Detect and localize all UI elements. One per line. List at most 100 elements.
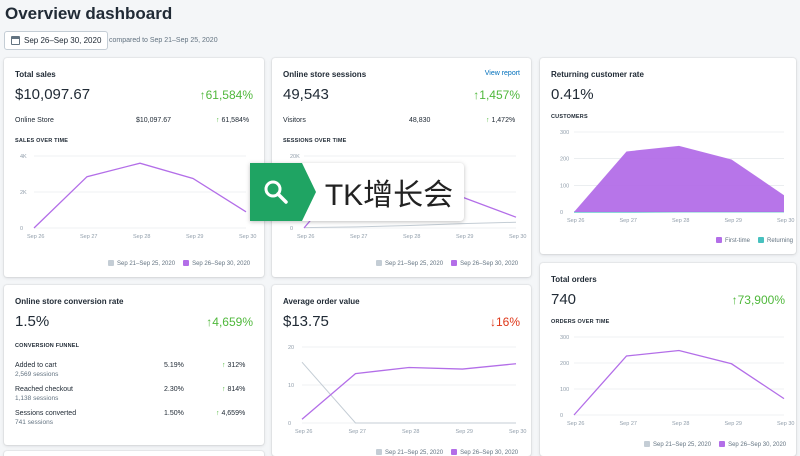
legend-prev-label: Sep 21–Sep 25, 2020 <box>117 261 176 267</box>
orders-value: 740 <box>551 291 577 308</box>
x-tick-label: Sep 26 <box>295 429 312 435</box>
funnel-delta-value: 312% <box>227 362 246 369</box>
funnel-pct: 2.30% <box>164 386 184 393</box>
chart-legend: First-time Returning <box>716 237 793 244</box>
y-tick-label: 0 <box>560 210 563 216</box>
view-report-link[interactable]: View report <box>485 70 520 77</box>
x-tick-label: Sep 26 <box>297 234 314 240</box>
x-tick-label: Sep 28 <box>133 234 150 240</box>
date-range-label: Sep 26–Sep 30, 2020 <box>24 36 102 45</box>
orders-card: Total orders 740 ↑73,900% ORDERS OVER TI… <box>540 263 796 456</box>
area-first-time <box>574 145 784 212</box>
row-value: 48,830 <box>409 117 431 124</box>
card-title: Total orders <box>551 275 597 284</box>
legend-swatch <box>758 237 764 243</box>
arrow-up-icon: ↑ <box>216 117 220 124</box>
x-tick-label: Sep 27 <box>350 234 367 240</box>
x-tick-label: Sep 27 <box>620 421 637 427</box>
x-tick-label: Sep 30 <box>777 421 794 427</box>
legend-swatch <box>644 441 650 447</box>
y-tick-label: 0 <box>560 413 563 419</box>
row-delta: ↑ 1,472% <box>486 117 515 124</box>
x-tick-label: Sep 29 <box>456 234 473 240</box>
legend-swatch <box>451 449 458 455</box>
funnel-pct: 5.19% <box>164 362 184 369</box>
x-tick-label: Sep 28 <box>672 218 689 224</box>
legend-curr: Sep 26–Sep 30, 2020 <box>451 260 518 267</box>
x-tick-label: Sep 28 <box>402 429 419 435</box>
series-line <box>573 349 785 416</box>
y-tick-label: 300 <box>560 130 569 136</box>
series-line <box>33 162 247 229</box>
funnel-delta-value: 4,659% <box>221 410 246 417</box>
sessions-value: 49,543 <box>283 86 329 103</box>
section-label: CUSTOMERS <box>551 114 588 120</box>
row-value: $10,097.67 <box>136 117 172 124</box>
x-tick-label: Sep 26 <box>567 421 584 427</box>
x-tick-label: Sep 30 <box>509 429 526 435</box>
funnel-sub: 1,138 sessions <box>15 395 59 402</box>
legend-prev: Sep 21–Sep 25, 2020 <box>108 260 175 267</box>
section-label: ORDERS OVER TIME <box>551 319 610 325</box>
legend-curr-label: Sep 26–Sep 30, 2020 <box>460 261 519 267</box>
legend-swatch <box>376 449 382 455</box>
total-sales-card: Total sales $10,097.67 ↑61,584% Online S… <box>4 58 264 277</box>
legend-swatch <box>376 260 382 266</box>
row-delta-value: 61,584% <box>221 117 250 124</box>
section-label: CONVERSION FUNNEL <box>15 343 80 349</box>
x-tick-label: Sep 29 <box>725 218 742 224</box>
page-title: Overview dashboard <box>5 4 173 23</box>
series-line <box>303 221 517 229</box>
orders-delta: ↑73,900% <box>731 293 785 307</box>
row-delta-value: 1,472% <box>491 117 516 124</box>
aov-delta: ↓16% <box>489 315 520 329</box>
card-title: Online store sessions <box>283 70 367 79</box>
returning-value: 0.41% <box>551 86 594 103</box>
funnel-delta: ↑ 312% <box>222 362 245 369</box>
customers-chart: 300 200 100 0 Sep 26 Sep 27 Sep 28 Sep 29 Sep 30 <box>560 130 794 224</box>
funnel-label: Added to cart <box>15 362 57 369</box>
card-title: Online store conversion rate <box>15 297 124 306</box>
conversion-delta: ↑4,659% <box>206 315 253 329</box>
x-tick-label: Sep 30 <box>777 218 794 224</box>
y-tick-label: 20 <box>288 345 294 351</box>
x-tick-label: Sep 27 <box>80 234 97 240</box>
y-tick-label: 20K <box>290 154 300 160</box>
legend-prev-label: Sep 21–Sep 25, 2020 <box>385 450 444 456</box>
chart-legend: Sep 21–Sep 25, 2020 Sep 26–Sep 30, 2020 <box>644 441 786 448</box>
row-label: Visitors <box>283 117 306 124</box>
chart-legend: Sep 21–Sep 25, 2020 Sep 26–Sep 30, 2020 <box>376 449 518 456</box>
arrow-up-icon: ↑ <box>222 386 226 393</box>
arrow-up-icon: ↑ <box>216 410 220 417</box>
section-label: SALES OVER TIME <box>15 138 69 144</box>
arrow-up-icon: ↑ <box>222 362 226 369</box>
section-label: SESSIONS OVER TIME <box>283 138 347 144</box>
date-range-button[interactable]: Sep 26–Sep 30, 2020 <box>4 31 109 50</box>
x-tick-label: Sep 30 <box>509 234 526 240</box>
legend-swatch <box>719 441 726 447</box>
y-tick-label: 4K <box>20 154 27 160</box>
watermark-badge: TK增长会 <box>250 163 464 221</box>
funnel-delta-value: 814% <box>227 386 246 393</box>
chart-legend: Sep 21–Sep 25, 2020 Sep 26–Sep 30, 2020 <box>376 260 518 267</box>
funnel-sub: 2,569 sessions <box>15 371 59 378</box>
legend-prev-label: Sep 21–Sep 25, 2020 <box>385 261 444 267</box>
legend-swatch <box>183 260 190 266</box>
conversion-card: Online store conversion rate 1.5% ↑4,659… <box>4 285 264 445</box>
returning-customer-card: Returning customer rate 0.41% CUSTOMERS … <box>540 58 796 254</box>
compare-text: compared to Sep 21–Sep 25, 2020 <box>109 37 218 44</box>
card-title: Average order value <box>283 297 360 306</box>
funnel-sub: 741 sessions <box>15 419 53 426</box>
funnel-delta: ↑ 4,659% <box>216 410 245 417</box>
y-tick-label: 100 <box>560 387 569 393</box>
legend-returning-label: Returning <box>767 238 794 244</box>
chart-legend: Sep 21–Sep 25, 2020 Sep 26–Sep 30, 2020 <box>108 260 250 267</box>
total-sales-delta: ↑61,584% <box>199 88 253 102</box>
partial-card <box>4 451 264 456</box>
orders-chart: 300 200 100 0 Sep 26 Sep 27 Sep 28 Sep 29 Sep 30 <box>560 335 794 427</box>
legend-prev-label: Sep 21–Sep 25, 2020 <box>653 442 712 448</box>
legend-curr-label: Sep 26–Sep 30, 2020 <box>728 442 787 448</box>
x-tick-label: Sep 26 <box>27 234 44 240</box>
y-tick-label: 0 <box>20 226 23 232</box>
y-tick-label: 10 <box>288 383 294 389</box>
